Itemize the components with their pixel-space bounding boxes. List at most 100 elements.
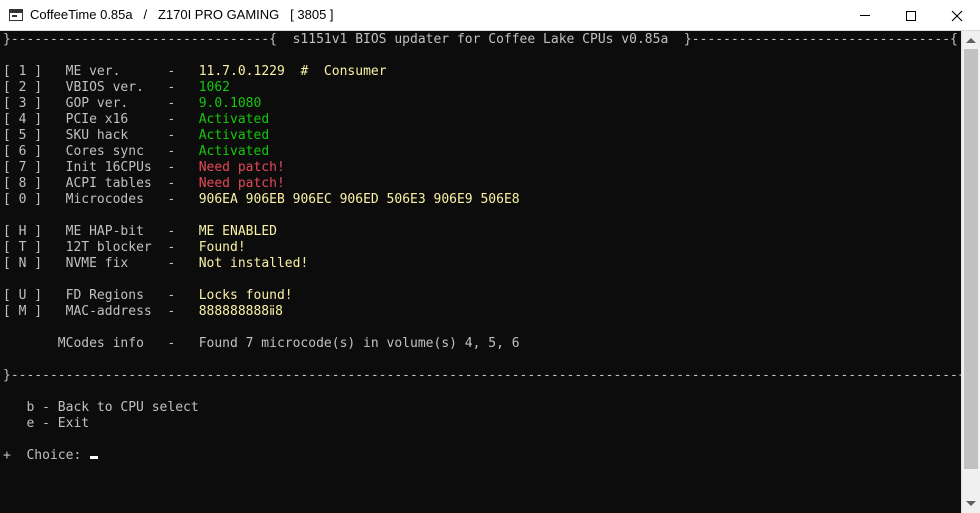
- mcodes-label: MCodes info: [57, 336, 144, 351]
- vertical-scrollbar[interactable]: [961, 31, 980, 513]
- menu-value: 9.0.1080: [198, 96, 262, 111]
- menu-value: Need patch!: [198, 176, 285, 191]
- choice-prompt[interactable]: + Choice:: [3, 448, 99, 464]
- window-title: CoffeeTime 0.85a / Z170I PRO GAMING [ 38…: [30, 7, 334, 22]
- mcodes-value: Found 7 microcode(s) in volume(s) 4, 5, …: [198, 336, 520, 351]
- menu-value: Not installed!: [198, 256, 309, 271]
- menu-label: Microcodes: [65, 192, 144, 207]
- menu-key: [ U ]: [3, 288, 43, 303]
- close-button[interactable]: [934, 0, 980, 31]
- menu-item-pcie-x16[interactable]: [ 4 ] PCIe x16 - Activated: [3, 112, 269, 128]
- menu-key: [ 3 ]: [3, 96, 43, 111]
- menu-key: [ T ]: [3, 240, 43, 255]
- menu-key: [ 0 ]: [3, 192, 43, 207]
- menu-key: [ 7 ]: [3, 160, 43, 175]
- menu-item-me-hap-bit[interactable]: [ H ] ME HAP-bit - ME ENABLED: [3, 224, 277, 240]
- header-banner: }---------------------------------{ s115…: [3, 32, 958, 47]
- menu-value: 1062: [198, 80, 231, 95]
- menu-sep: -: [167, 304, 176, 319]
- title-bios-version: [ 3805 ]: [290, 7, 334, 22]
- option-label: b - Back to CPU select: [26, 400, 199, 415]
- menu-sep: -: [167, 224, 176, 239]
- menu-label: MAC-address: [65, 304, 152, 319]
- menu-sep: -: [167, 128, 176, 143]
- menu-item-init-16cpus[interactable]: [ 7 ] Init 16CPUs - Need patch!: [3, 160, 285, 176]
- console-app-icon: [9, 9, 23, 21]
- menu-label: VBIOS ver.: [65, 80, 144, 95]
- menu-sep: -: [167, 96, 176, 111]
- prompt-label: Choice:: [26, 448, 82, 463]
- menu-key: [ H ]: [3, 224, 43, 239]
- menu-sep: -: [167, 112, 176, 127]
- menu-item-sku-hack[interactable]: [ 5 ] SKU hack - Activated: [3, 128, 269, 144]
- menu-value: 11.7.0.1229: [198, 64, 285, 79]
- title-app-name: CoffeeTime 0.85a: [30, 7, 133, 22]
- prompt-prefix: +: [3, 448, 11, 463]
- menu-item-nvme-fix[interactable]: [ N ] NVME fix - Not installed!: [3, 256, 308, 272]
- menu-sep: -: [167, 64, 176, 79]
- menu-key: [ N ]: [3, 256, 43, 271]
- menu-key: [ M ]: [3, 304, 43, 319]
- menu-extra: # Consumer: [284, 64, 387, 79]
- menu-label: Init 16CPUs: [65, 160, 152, 175]
- menu-key: [ 5 ]: [3, 128, 43, 143]
- menu-sep: -: [167, 256, 176, 271]
- menu-key: [ 2 ]: [3, 80, 43, 95]
- menu-label: ME ver.: [65, 64, 121, 79]
- menu-label: FD Regions: [65, 288, 144, 303]
- menu-value: Activated: [198, 144, 270, 159]
- menu-sep: -: [167, 160, 176, 175]
- menu-sep: -: [167, 80, 176, 95]
- menu-label: GOP ver.: [65, 96, 129, 111]
- option-exit[interactable]: e - Exit: [3, 416, 89, 432]
- minimize-icon: [860, 15, 870, 16]
- menu-label: SKU hack: [65, 128, 129, 143]
- menu-item-fd-regions[interactable]: [ U ] FD Regions - Locks found!: [3, 288, 293, 304]
- menu-label: ME HAP-bit: [65, 224, 144, 239]
- menu-key: [ 6 ]: [3, 144, 43, 159]
- menu-value: ME ENABLED: [198, 224, 277, 239]
- window-titlebar[interactable]: CoffeeTime 0.85a / Z170I PRO GAMING [ 38…: [0, 0, 980, 31]
- menu-item-gop-ver[interactable]: [ 3 ] GOP ver. - 9.0.1080: [3, 96, 261, 112]
- menu-value: Found!: [198, 240, 246, 255]
- menu-value: 888888888ⅱ8: [198, 304, 283, 319]
- menu-sep: -: [167, 176, 176, 191]
- menu-label: 12T blocker: [65, 240, 152, 255]
- scroll-up-arrow-icon[interactable]: [966, 38, 976, 43]
- menu-item-microcodes[interactable]: [ 0 ] Microcodes - 906EA 906EB 906EC 906…: [3, 192, 520, 208]
- menu-label: PCIe x16: [65, 112, 129, 127]
- menu-sep: -: [167, 144, 176, 159]
- title-separator: /: [143, 7, 148, 22]
- menu-item-mac-address[interactable]: [ M ] MAC-address - 888888888ⅱ8: [3, 304, 283, 320]
- scrollbar-thumb[interactable]: [964, 49, 978, 469]
- menu-key: [ 8 ]: [3, 176, 43, 191]
- menu-item-cores-sync[interactable]: [ 6 ] Cores sync - Activated: [3, 144, 269, 160]
- menu-label: NVME fix: [65, 256, 129, 271]
- menu-label: ACPI tables: [65, 176, 152, 191]
- menu-item-12t-blocker[interactable]: [ T ] 12T blocker - Found!: [3, 240, 246, 256]
- menu-value: 906EA 906EB 906EC 906ED 506E3 906E9 506E…: [198, 192, 520, 207]
- option-label: e - Exit: [26, 416, 90, 431]
- minimize-button[interactable]: [842, 0, 888, 31]
- menu-item-acpi-tables[interactable]: [ 8 ] ACPI tables - Need patch!: [3, 176, 285, 192]
- menu-value: Activated: [198, 112, 270, 127]
- menu-sep: -: [167, 192, 176, 207]
- maximize-icon: [906, 10, 916, 21]
- console-output[interactable]: }---------------------------------{ s115…: [0, 31, 961, 513]
- scroll-down-arrow-icon[interactable]: [966, 501, 976, 506]
- menu-value: Need patch!: [198, 160, 285, 175]
- menu-sep: -: [167, 288, 176, 303]
- mcodes-info-line: MCodes info - Found 7 microcode(s) in vo…: [3, 336, 520, 352]
- menu-item-vbios-ver[interactable]: [ 2 ] VBIOS ver. - 1062: [3, 80, 230, 96]
- menu-item-me-ver[interactable]: [ 1 ] ME ver. - 11.7.0.1229 # Consumer: [3, 64, 387, 80]
- mcodes-sep: -: [167, 336, 176, 351]
- menu-key: [ 1 ]: [3, 64, 43, 79]
- maximize-button[interactable]: [888, 0, 934, 31]
- menu-value: Locks found!: [198, 288, 293, 303]
- footer-divider: }---------------------------------------…: [3, 368, 961, 383]
- menu-value: Activated: [198, 128, 270, 143]
- title-board: Z170I PRO GAMING: [157, 7, 280, 22]
- option-back-cpu-select[interactable]: b - Back to CPU select: [3, 400, 199, 416]
- menu-label: Cores sync: [65, 144, 144, 159]
- menu-key: [ 4 ]: [3, 112, 43, 127]
